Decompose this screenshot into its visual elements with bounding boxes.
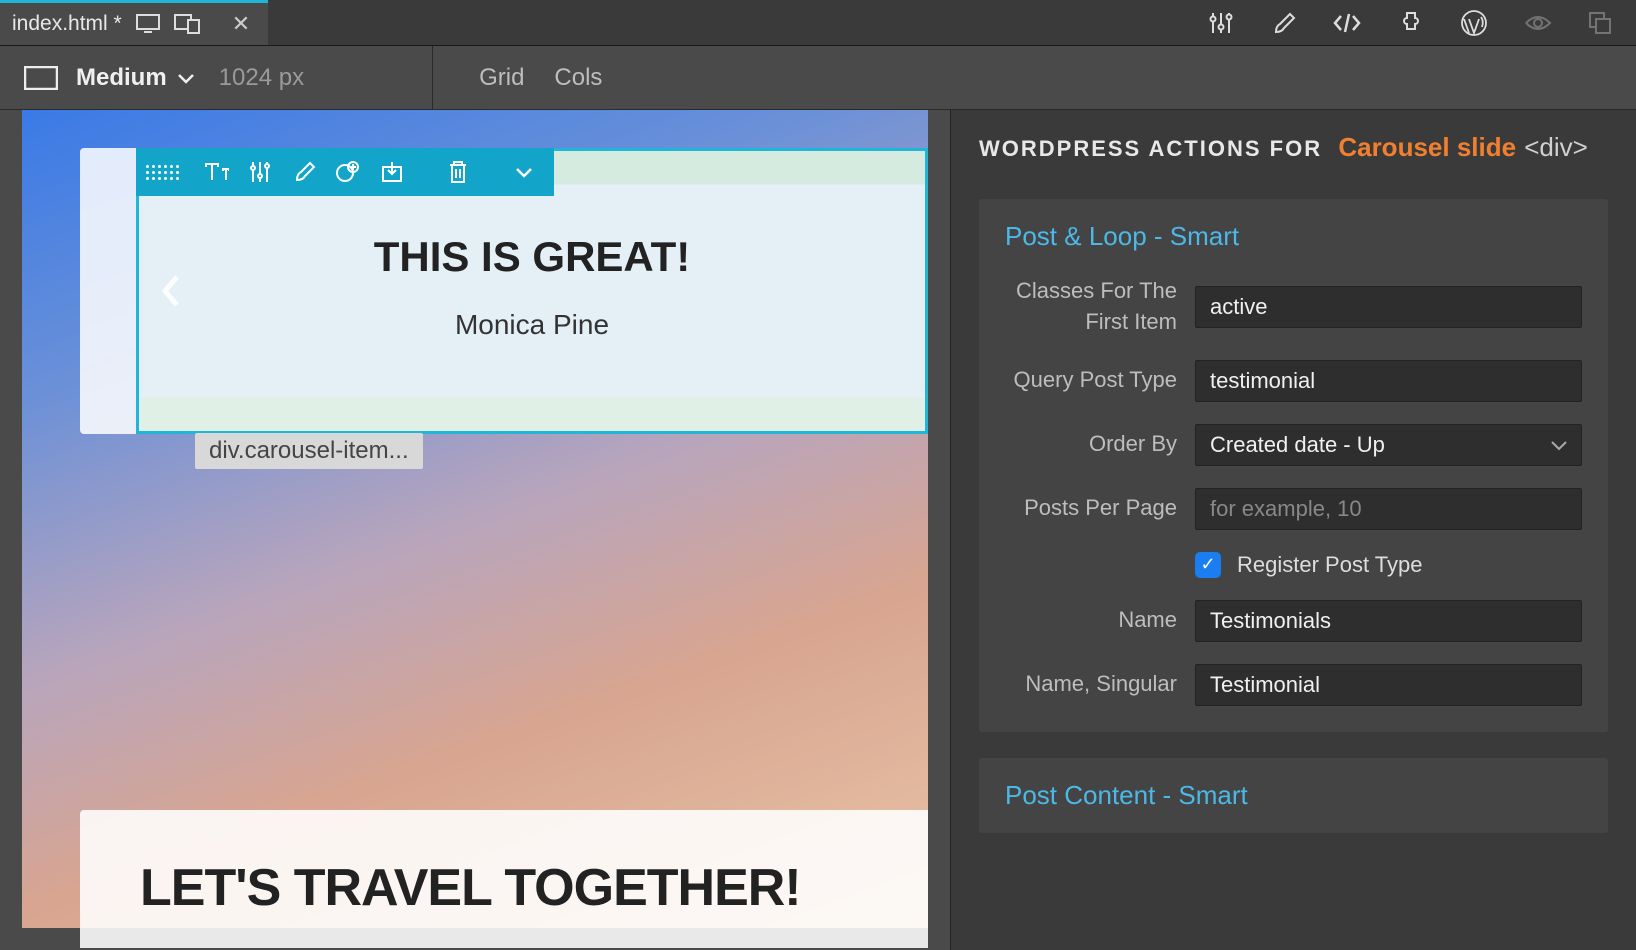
name-singular-label: Name, Singular	[1005, 669, 1177, 700]
toolbar-divider	[432, 46, 433, 110]
post-content-section-title[interactable]: Post Content - Smart	[1005, 780, 1582, 811]
name-singular-input[interactable]	[1195, 664, 1582, 706]
section-heading[interactable]: LET'S TRAVEL TOGETHER!	[140, 858, 888, 918]
slide-title[interactable]: THIS IS GREAT!	[179, 233, 885, 281]
slide-author[interactable]: Monica Pine	[179, 309, 885, 341]
chevron-down-icon	[177, 72, 195, 84]
devices-icon	[174, 14, 200, 34]
posts-per-page-label: Posts Per Page	[1005, 493, 1177, 524]
order-by-select[interactable]	[1195, 424, 1582, 466]
page-canvas[interactable]: THIS IS GREAT! Monica Pine div.carousel-…	[22, 110, 928, 928]
desktop-icon	[136, 14, 160, 34]
viewport-size-label: Medium	[76, 64, 167, 92]
code-icon[interactable]	[1332, 12, 1362, 34]
panel-header-element: Carousel slide	[1338, 132, 1516, 162]
sliders-icon[interactable]	[1208, 10, 1234, 36]
panel-header-prefix: WORDPRESS ACTIONS FOR	[979, 136, 1322, 161]
register-post-type-label: Register Post Type	[1237, 552, 1422, 578]
grid-toggle[interactable]: Grid	[479, 64, 524, 92]
canvas-panel: THIS IS GREAT! Monica Pine div.carousel-…	[0, 110, 950, 950]
wordpress-icon[interactable]	[1460, 9, 1488, 37]
viewport-toolbar: Medium 1024 px Grid Cols	[0, 46, 1636, 110]
carousel-card: THIS IS GREAT! Monica Pine div.carousel-…	[80, 148, 928, 434]
selected-carousel-item[interactable]: THIS IS GREAT! Monica Pine div.carousel-…	[136, 148, 928, 434]
panel-header-tag: <div>	[1524, 132, 1588, 162]
viewport-size-dropdown[interactable]: Medium	[76, 64, 195, 92]
classes-first-label: Classes For The First Item	[1005, 276, 1177, 338]
element-breadcrumb[interactable]: div.carousel-item...	[195, 433, 423, 469]
post-loop-section: Post & Loop - Smart Classes For The Firs…	[979, 199, 1608, 732]
query-post-type-label: Query Post Type	[1005, 365, 1177, 396]
close-icon[interactable]: ✕	[232, 11, 250, 37]
file-tab[interactable]: index.html * ✕	[0, 0, 268, 45]
tab-bar: index.html * ✕	[0, 0, 1636, 46]
plugin-icon[interactable]	[1398, 10, 1424, 36]
carousel-prev-icon[interactable]	[159, 273, 183, 309]
panels-icon[interactable]	[1588, 11, 1612, 35]
brush-icon[interactable]	[1270, 10, 1296, 36]
section-card[interactable]: LET'S TRAVEL TOGETHER!	[80, 810, 928, 948]
query-post-type-input[interactable]	[1195, 360, 1582, 402]
eye-icon[interactable]	[1524, 13, 1552, 33]
top-toolbar	[1208, 0, 1636, 45]
order-by-label: Order By	[1005, 429, 1177, 460]
cols-toggle[interactable]: Cols	[554, 64, 602, 92]
classes-first-input[interactable]	[1195, 286, 1582, 328]
tab-filename: index.html *	[12, 12, 122, 36]
properties-panel: WORDPRESS ACTIONS FOR Carousel slide <di…	[950, 110, 1636, 950]
post-loop-section-title[interactable]: Post & Loop - Smart	[1005, 221, 1582, 252]
posts-per-page-input[interactable]	[1195, 488, 1582, 530]
name-label: Name	[1005, 605, 1177, 636]
name-input[interactable]	[1195, 600, 1582, 642]
panel-header: WORDPRESS ACTIONS FOR Carousel slide <di…	[979, 132, 1608, 163]
viewport-rect-icon	[24, 66, 58, 90]
viewport-width: 1024 px	[219, 64, 304, 92]
post-content-section: Post Content - Smart	[979, 758, 1608, 833]
register-post-type-checkbox[interactable]: ✓	[1195, 552, 1221, 578]
